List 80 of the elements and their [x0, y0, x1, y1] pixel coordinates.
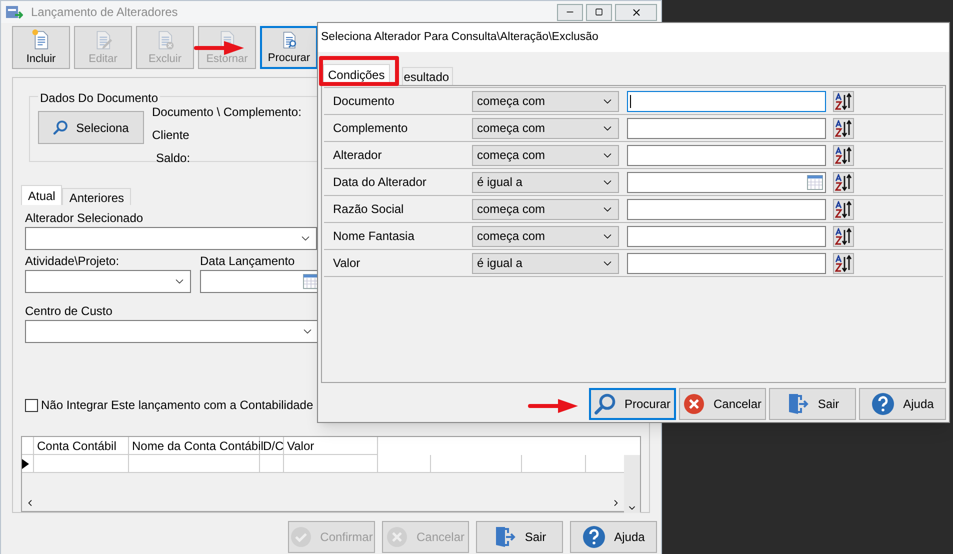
activity-combo[interactable]	[25, 270, 191, 293]
help-icon	[582, 525, 606, 549]
restore-icon	[595, 8, 603, 16]
help-button[interactable]: Ajuda	[570, 521, 657, 553]
value-input[interactable]	[627, 252, 826, 274]
value-input[interactable]	[627, 144, 826, 166]
tab[interactable]: esultado	[402, 67, 454, 85]
sort-az-icon	[835, 174, 852, 190]
operator-combo[interactable]: começa com	[472, 118, 619, 138]
help-icon	[871, 392, 896, 416]
search-button[interactable]: Procurar	[589, 388, 676, 420]
operator-combo[interactable]: começa com	[472, 144, 619, 166]
annotation-arrow	[194, 41, 244, 55]
document-label: Documento \ Complemento:	[152, 104, 302, 121]
close-button[interactable]	[615, 4, 657, 20]
sort-button[interactable]	[833, 144, 854, 166]
toolbar-button[interactable]: Incluir	[12, 26, 70, 69]
help-button[interactable]: Ajuda	[859, 388, 946, 420]
cancel-icon	[683, 393, 706, 415]
dialog-title: Seleciona Alterador Para Consulta\Alteração\Exclusão	[321, 30, 598, 45]
document-label: Cliente	[152, 127, 190, 144]
close-icon	[630, 6, 642, 18]
vertical-scrollbar[interactable]	[624, 455, 640, 513]
operator-combo[interactable]: começa com	[472, 226, 619, 246]
field-label: Centro de Custo	[25, 303, 112, 320]
operator-combo[interactable]: começa com	[472, 90, 619, 112]
alterador-combo[interactable]	[25, 227, 317, 250]
value-input[interactable]	[627, 172, 826, 192]
condition-label: Data do Alterador	[332, 174, 428, 191]
sort-button[interactable]	[833, 226, 854, 246]
restore-button[interactable]	[586, 4, 612, 20]
row-pointer-icon	[22, 458, 29, 468]
search-icon	[594, 393, 616, 415]
sort-az-icon	[835, 200, 852, 218]
value-input[interactable]	[627, 90, 826, 112]
toolbar-button[interactable]: Procurar	[260, 26, 318, 69]
sort-az-icon	[835, 228, 852, 244]
condition-label: Razão Social	[332, 201, 405, 218]
tab[interactable]: Atual	[21, 185, 62, 205]
condition-label: Nome Fantasia	[332, 228, 416, 245]
value-input[interactable]	[627, 226, 826, 246]
cancel-button[interactable]: Cancelar	[679, 388, 766, 420]
value-input[interactable]	[627, 118, 826, 138]
app-icon	[5, 4, 23, 20]
field-label: Alterador Selecionado	[25, 210, 144, 227]
sort-button[interactable]	[833, 118, 854, 138]
condition-label: Valor	[332, 255, 362, 272]
document-label: Saldo:	[155, 150, 192, 167]
check-icon	[290, 526, 312, 548]
sort-az-icon	[835, 254, 852, 272]
sort-button[interactable]	[833, 252, 854, 274]
calendar-icon	[303, 274, 319, 289]
operator-combo[interactable]: começa com	[472, 198, 619, 220]
sort-az-icon	[835, 146, 852, 164]
operator-combo[interactable]: é igual a	[472, 252, 619, 274]
operator-combo[interactable]: é igual a	[472, 172, 619, 192]
condition-label: Complemento	[332, 120, 409, 137]
value-input[interactable]	[627, 198, 826, 220]
sort-button[interactable]	[833, 90, 854, 112]
condition-label: Documento	[332, 93, 396, 110]
field-label: Data Lançamento	[200, 253, 295, 270]
table-cell	[378, 455, 431, 473]
exit-button[interactable]: Sair	[476, 521, 563, 553]
sort-button[interactable]	[833, 198, 854, 220]
search-icon	[53, 120, 68, 135]
sort-az-icon	[835, 120, 852, 136]
window-title: Lançamento de Alteradores	[31, 4, 178, 21]
select-button[interactable]: Seleciona	[38, 111, 144, 144]
exit-button[interactable]: Sair	[769, 388, 856, 420]
field-label: Atividade\Projeto:	[25, 253, 120, 270]
annotation-arrow	[528, 398, 578, 412]
calendar-icon	[807, 174, 823, 190]
cancel-icon	[386, 526, 408, 548]
checkbox-label: Não Integrar Este lançamento com a Contabilidade	[41, 397, 314, 414]
sort-az-icon	[835, 92, 852, 110]
sort-button[interactable]	[833, 172, 854, 192]
checkbox[interactable]	[25, 398, 38, 412]
tab[interactable]: Anteriores	[62, 188, 132, 205]
condition-label: Alterador	[332, 147, 383, 164]
cost-center-combo[interactable]	[25, 320, 319, 343]
